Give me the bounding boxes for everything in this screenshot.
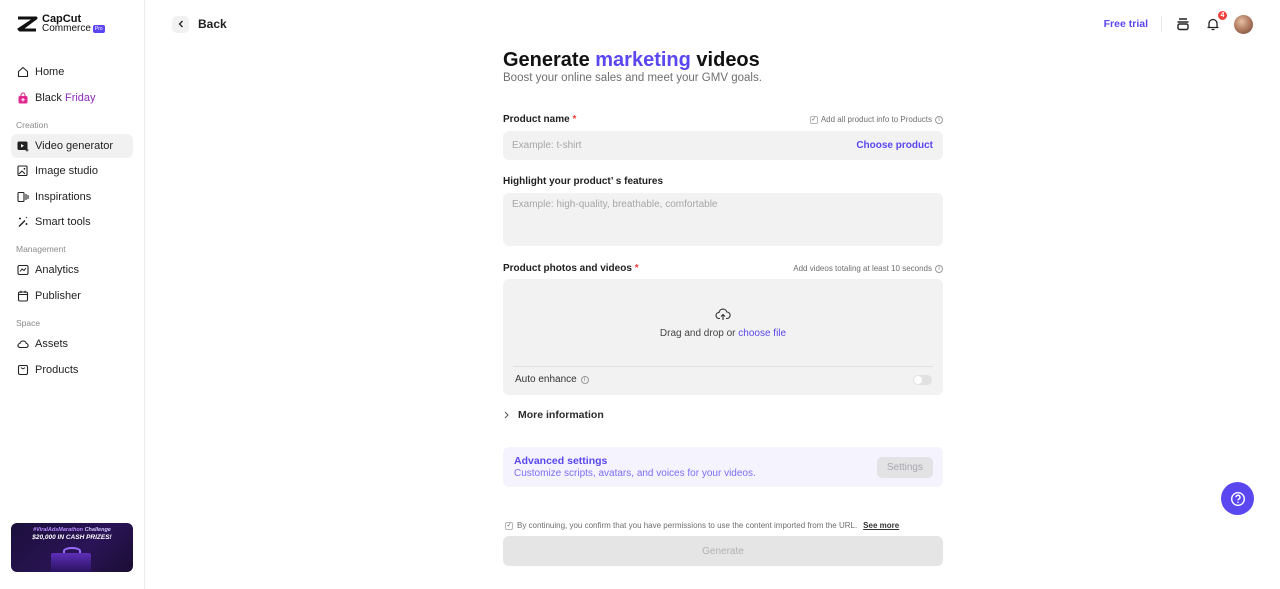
- brand-logo[interactable]: CapCut Commerce Pro: [11, 0, 133, 48]
- info-icon[interactable]: i: [580, 375, 589, 384]
- info-icon[interactable]: i: [935, 264, 943, 273]
- sidebar-item-products[interactable]: Products: [11, 358, 133, 382]
- cloud-icon: [17, 340, 29, 349]
- chevron-left-icon: [172, 15, 189, 33]
- pro-badge: Pro: [92, 25, 105, 33]
- magic-wand-icon: [18, 217, 28, 228]
- top-bar: Back Free trial 4: [145, 0, 1280, 48]
- divider: [1161, 16, 1162, 32]
- product-name-placeholder: Example: t-shirt: [512, 140, 582, 151]
- gift-box-graphic: [51, 553, 91, 572]
- section-title-management: Management: [16, 244, 66, 255]
- product-name-header: Product name * ✓ Add all product info to…: [503, 114, 943, 125]
- free-trial-link[interactable]: Free trial: [1104, 18, 1148, 30]
- features-textarea[interactable]: Example: high-quality, breathable, comfo…: [503, 193, 943, 246]
- cloud-upload-icon: [715, 308, 731, 320]
- media-hint: Add videos totaling at least 10 seconds …: [793, 264, 943, 273]
- media-upload-dropzone[interactable]: Drag and drop or choose file Auto enhanc…: [503, 279, 943, 395]
- sidebar-item-label: Image studio: [35, 165, 98, 178]
- sidebar-item-label: Video generator: [35, 139, 114, 152]
- sidebar-item-label: Black Friday: [35, 91, 96, 104]
- sidebar-item-label: Smart tools: [35, 216, 91, 229]
- app-root: CapCut Commerce Pro Home Black Friday Cre…: [0, 0, 1280, 589]
- consent-row: ✓ By continuing, you confirm that you ha…: [503, 521, 943, 530]
- capcut-logo-icon: [17, 16, 38, 32]
- promo-headline: #ViralAdsMarathon Challenge: [33, 527, 111, 533]
- features-label: Highlight your product’ s features: [503, 176, 664, 187]
- sidebar-item-publisher[interactable]: Publisher: [11, 284, 133, 308]
- user-avatar[interactable]: [1234, 14, 1253, 34]
- calendar-icon: [17, 290, 29, 302]
- product-name-input[interactable]: Example: t-shirt Choose product: [503, 131, 943, 160]
- choose-product-button[interactable]: Choose product: [856, 140, 933, 151]
- inspirations-icon: [17, 191, 29, 202]
- main-content: Back Free trial 4 Generate marketing vid…: [145, 0, 1280, 589]
- notification-badge: 4: [1217, 10, 1228, 21]
- sidebar-item-label: Analytics: [35, 264, 80, 277]
- section-title-space: Space: [16, 317, 41, 328]
- media-header: Product photos and videos * Add videos t…: [503, 263, 943, 274]
- product-name-label: Product name *: [503, 114, 577, 125]
- sidebar-item-smart-tools[interactable]: Smart tools: [11, 210, 133, 234]
- sidebar-item-label: Assets: [35, 337, 69, 350]
- advanced-settings-card: Advanced settings Customize scripts, ava…: [503, 447, 943, 487]
- divider: [513, 366, 933, 367]
- chevron-right-icon: [504, 411, 509, 419]
- generate-form: Generate marketing videos Boost your onl…: [503, 48, 943, 566]
- question-mark-icon: [1230, 491, 1245, 506]
- advanced-settings-desc: Customize scripts, avatars, and voices f…: [514, 468, 756, 479]
- settings-button[interactable]: Settings: [876, 456, 933, 478]
- subscription-icon[interactable]: [1174, 15, 1192, 33]
- sidebar-item-video-generator[interactable]: Video generator: [11, 133, 133, 158]
- info-icon[interactable]: i: [935, 115, 943, 124]
- drop-text: Drag and drop or choose file: [659, 328, 787, 339]
- consent-checkbox[interactable]: ✓: [505, 521, 513, 530]
- promo-banner[interactable]: #ViralAdsMarathon Challenge $20,000 IN C…: [11, 523, 133, 572]
- generate-button[interactable]: Generate: [503, 536, 943, 566]
- page-subtitle: Boost your online sales and meet your GM…: [503, 72, 762, 84]
- add-to-products-checkbox[interactable]: ✓: [809, 115, 818, 124]
- analytics-icon: [17, 265, 29, 276]
- consent-text: By continuing, you confirm that you have…: [517, 521, 858, 530]
- sidebar-item-label: Publisher: [35, 289, 81, 302]
- sidebar-item-black-friday[interactable]: Black Friday: [11, 86, 133, 110]
- image-studio-icon: [17, 165, 28, 177]
- product-box-icon: [17, 364, 29, 375]
- see-more-link[interactable]: See more: [863, 521, 899, 530]
- brand-subname: Commerce: [42, 23, 91, 34]
- advanced-settings-title: Advanced settings: [514, 455, 608, 467]
- features-placeholder: Example: high-quality, breathable, comfo…: [512, 199, 718, 210]
- sidebar-item-image-studio[interactable]: Image studio: [11, 159, 133, 183]
- add-to-products-option[interactable]: ✓ Add all product info to Products i: [809, 115, 943, 124]
- sidebar-item-label: Home: [35, 66, 65, 78]
- sidebar-item-label: Products: [35, 363, 79, 376]
- sidebar-item-assets[interactable]: Assets: [11, 332, 133, 356]
- auto-enhance-toggle[interactable]: [913, 375, 932, 385]
- sidebar-item-inspirations[interactable]: Inspirations: [11, 185, 133, 209]
- sidebar-item-analytics[interactable]: Analytics: [11, 258, 133, 282]
- sidebar-item-home[interactable]: Home: [11, 60, 133, 84]
- media-label: Product photos and videos *: [503, 263, 639, 274]
- page-title: Generate marketing videos: [503, 49, 760, 71]
- back-label: Back: [198, 17, 227, 31]
- shopping-bag-icon: [18, 92, 28, 104]
- more-information-toggle[interactable]: More information: [503, 409, 943, 421]
- back-button[interactable]: Back: [172, 15, 227, 33]
- auto-enhance-label: Auto enhance i: [515, 374, 589, 385]
- sidebar-item-label: Inspirations: [35, 190, 92, 203]
- video-generator-icon: [17, 141, 29, 152]
- home-icon: [17, 66, 29, 78]
- sidebar: CapCut Commerce Pro Home Black Friday Cre…: [0, 0, 145, 589]
- help-button[interactable]: [1221, 482, 1254, 515]
- choose-file-link[interactable]: choose file: [738, 328, 786, 339]
- notification-bell-icon[interactable]: 4: [1204, 10, 1228, 33]
- section-title-creation: Creation: [16, 119, 49, 130]
- promo-prize: $20,000 IN CASH PRIZES!: [32, 534, 112, 541]
